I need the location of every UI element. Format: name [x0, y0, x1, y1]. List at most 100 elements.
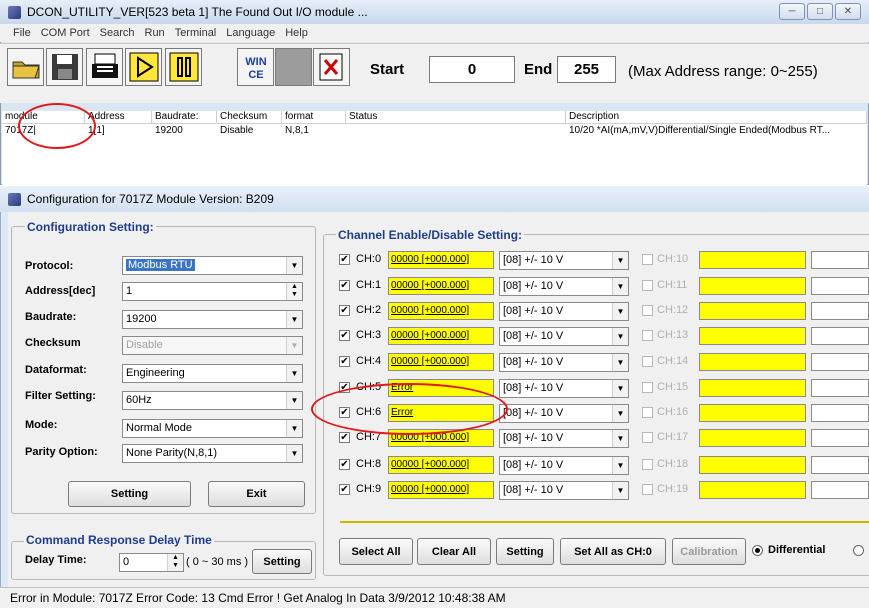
exit-icon[interactable]	[313, 48, 350, 86]
pause-icon[interactable]	[165, 48, 202, 86]
mode-select[interactable]: Normal Mode ▼	[122, 419, 303, 438]
channel-13-checkbox[interactable]	[642, 330, 653, 341]
calibration-button[interactable]: Calibration	[672, 538, 746, 565]
mode-label: Mode:	[25, 419, 58, 431]
channel-2-range-select[interactable]: [08] +/- 10 V ▼	[499, 302, 629, 321]
print-icon[interactable]	[86, 48, 123, 86]
single-ended-radio[interactable]	[853, 545, 864, 556]
channel-15-checkbox[interactable]	[642, 382, 653, 393]
svg-text:CE: CE	[248, 69, 263, 81]
filter-setting-select[interactable]: 60Hz ▼	[122, 391, 303, 410]
baudrate-value: 19200	[126, 313, 157, 325]
channel-14-range-select[interactable]	[811, 353, 869, 371]
channel-9-checkbox[interactable]: ✔	[339, 484, 350, 495]
menu-run[interactable]: Run	[140, 27, 170, 39]
channel-16-checkbox[interactable]	[642, 407, 653, 418]
channel-2-checkbox[interactable]: ✔	[339, 305, 350, 316]
channel-setting-button[interactable]: Setting	[496, 538, 554, 565]
checksum-select[interactable]: Disable ▼	[122, 336, 303, 355]
channel-1-checkbox[interactable]: ✔	[339, 280, 350, 291]
channel-11-range-select[interactable]	[811, 277, 869, 295]
wince-icon[interactable]: WIN CE	[237, 48, 274, 86]
minimize-icon[interactable]: ─	[779, 3, 805, 20]
channel-17-checkbox[interactable]	[642, 432, 653, 443]
spin-arrows-icon[interactable]: ▲ ▼	[167, 554, 183, 571]
channel-7-range-select[interactable]: [08] +/- 10 V ▼	[499, 429, 629, 448]
col-status[interactable]: Status	[346, 111, 566, 124]
toolbar: WIN CE Start 0 End 255 (Max Address range…	[0, 43, 869, 103]
channel-10-checkbox[interactable]	[642, 254, 653, 265]
col-format[interactable]: format	[282, 111, 346, 124]
radio-dot-icon	[755, 548, 760, 553]
channel-7-checkbox[interactable]: ✔	[339, 432, 350, 443]
setting-button[interactable]: Setting	[68, 481, 191, 507]
channel-19-checkbox[interactable]	[642, 484, 653, 495]
address-range-note: (Max Address range: 0~255)	[628, 63, 818, 80]
channel-16-label: CH:16	[657, 406, 689, 418]
channel-12-checkbox[interactable]	[642, 305, 653, 316]
channel-17-range-select[interactable]	[811, 429, 869, 447]
parity-option-select[interactable]: None Parity(N,8,1) ▼	[122, 444, 303, 463]
channel-9-range-select[interactable]: [08] +/- 10 V ▼	[499, 481, 629, 500]
channel-5-range-select[interactable]: [08] +/- 10 V ▼	[499, 379, 629, 398]
channel-3-checkbox[interactable]: ✔	[339, 330, 350, 341]
channel-15-range-select[interactable]	[811, 379, 869, 397]
channel-16-range-select[interactable]	[811, 404, 869, 422]
channel-1-range-select[interactable]: [08] +/- 10 V ▼	[499, 277, 629, 296]
address-spinner[interactable]: 1 ▲ ▼	[122, 282, 303, 301]
end-address-input[interactable]: 255	[557, 56, 616, 83]
dataformat-select[interactable]: Engineering ▼	[122, 364, 303, 383]
menu-search[interactable]: Search	[95, 27, 140, 39]
clear-all-button[interactable]: Clear All	[417, 538, 491, 565]
channel-4-checkbox[interactable]: ✔	[339, 356, 350, 367]
menu-com-port[interactable]: COM Port	[36, 27, 95, 39]
menu-file[interactable]: File	[8, 27, 36, 39]
menu-terminal[interactable]: Terminal	[170, 27, 222, 39]
channel-6-range-select[interactable]: [08] +/- 10 V ▼	[499, 404, 629, 423]
delay-time-spinner[interactable]: 0 ▲ ▼	[119, 553, 184, 572]
delay-range-note: ( 0 ~ 30 ms )	[186, 556, 249, 568]
maximize-icon[interactable]: □	[807, 3, 833, 20]
channel-10-value	[699, 251, 806, 269]
spin-arrows-icon[interactable]: ▲ ▼	[286, 283, 302, 300]
channel-19-value	[699, 481, 806, 499]
col-baudrate[interactable]: Baudrate:	[152, 111, 217, 124]
protocol-select[interactable]: Modbus RTU ▼	[122, 256, 303, 275]
col-checksum[interactable]: Checksum	[217, 111, 282, 124]
select-all-button[interactable]: Select All	[339, 538, 413, 565]
channel-19-range-select[interactable]	[811, 481, 869, 499]
menu-language[interactable]: Language	[221, 27, 280, 39]
col-description[interactable]: Description	[566, 111, 867, 124]
start-address-input[interactable]: 0	[429, 56, 515, 83]
channel-13-range-select[interactable]	[811, 327, 869, 345]
close-icon[interactable]: ✕	[835, 3, 861, 20]
delay-setting-button[interactable]: Setting	[252, 549, 312, 574]
mode-value: Normal Mode	[126, 422, 193, 434]
channel-9-label: CH:9	[356, 483, 382, 495]
open-folder-icon[interactable]	[7, 48, 44, 86]
menu-help[interactable]: Help	[280, 27, 313, 39]
channel-18-checkbox[interactable]	[642, 459, 653, 470]
channel-0-checkbox[interactable]: ✔	[339, 254, 350, 265]
channel-4-range-select[interactable]: [08] +/- 10 V ▼	[499, 353, 629, 372]
channel-8-range-select[interactable]: [08] +/- 10 V ▼	[499, 456, 629, 475]
chevron-down-icon: ▼	[612, 328, 628, 345]
save-disk-icon[interactable]	[46, 48, 83, 86]
channel-12-range-select[interactable]	[811, 302, 869, 320]
channel-11-label: CH:11	[657, 279, 688, 291]
channel-8-checkbox[interactable]: ✔	[339, 459, 350, 470]
channel-18-range-select[interactable]	[811, 456, 869, 474]
channel-11-checkbox[interactable]	[642, 280, 653, 291]
channel-0-range-select[interactable]: [08] +/- 10 V ▼	[499, 251, 629, 270]
channel-10-range-select[interactable]	[811, 251, 869, 269]
channel-17-value	[699, 429, 806, 447]
differential-radio[interactable]	[752, 545, 763, 556]
channel-3-range-select[interactable]: [08] +/- 10 V ▼	[499, 327, 629, 346]
exit-button[interactable]: Exit	[208, 481, 305, 507]
channel-14-checkbox[interactable]	[642, 356, 653, 367]
play-icon[interactable]	[125, 48, 162, 86]
baudrate-select[interactable]: 19200 ▼	[122, 310, 303, 329]
set-all-as-ch0-button[interactable]: Set All as CH:0	[560, 538, 666, 565]
blank-icon[interactable]	[275, 48, 312, 86]
chevron-down-icon: ▼	[286, 445, 302, 462]
